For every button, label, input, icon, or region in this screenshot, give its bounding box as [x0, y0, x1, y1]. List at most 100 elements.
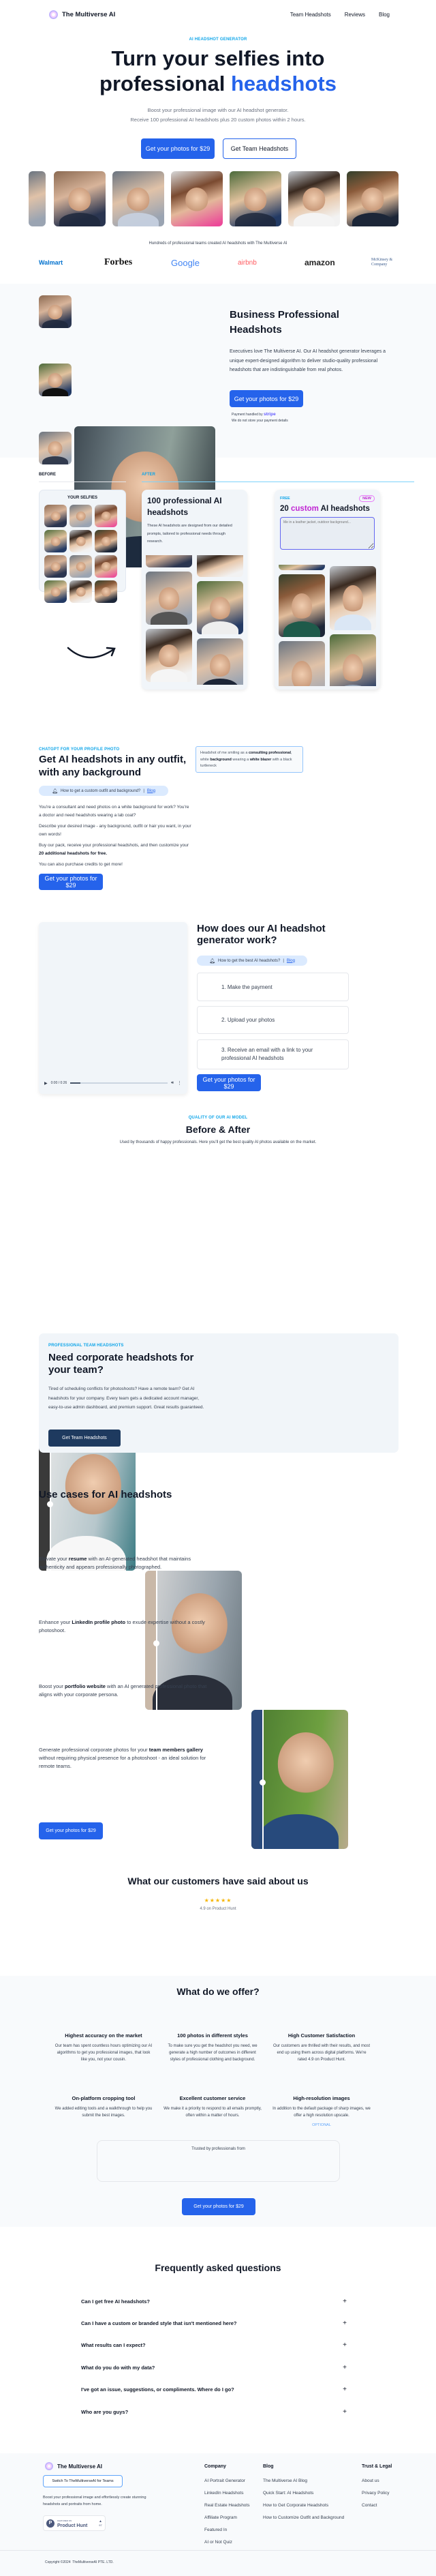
footer-link[interactable]: AI Portrait Generator [204, 2478, 249, 2483]
selfie-photo [44, 530, 67, 552]
hero-eyebrow: AI HEADSHOT GENERATOR [189, 38, 247, 42]
hero-team-headshots-button[interactable]: Get Team Headshots [223, 138, 296, 159]
outfit-paragraph: Buy our pack, receive your professional … [39, 843, 189, 856]
plus-icon[interactable]: + [343, 2341, 347, 2349]
features-grid: Highest accuracy on the market Our team h… [49, 2032, 376, 2127]
selfie-photo [69, 530, 92, 552]
usecases-get-photos-button[interactable]: Get your photos for $29 [39, 1822, 103, 1839]
faq-item[interactable]: What do you do with my data? + [81, 2356, 347, 2379]
faq-item[interactable]: Who are you guys? + [81, 2401, 347, 2423]
feature-item: 100 photos in different styles To make su… [158, 2032, 267, 2063]
selfie-photo [95, 555, 117, 578]
footer-link[interactable]: The Multiverse AI Blog [263, 2478, 344, 2483]
plus-icon[interactable]: + [343, 2364, 347, 2371]
faq-item[interactable]: I've got an issue, suggestions, or compl… [81, 2379, 347, 2401]
hero-title-plain: professional [99, 72, 231, 95]
volume-icon[interactable]: 🔊︎ [171, 1081, 174, 1086]
footer-link[interactable]: Privacy Policy [362, 2491, 392, 2496]
footer-link[interactable]: How to Customize Outfit and Background [263, 2515, 344, 2520]
selfie-photo [69, 555, 92, 578]
faq-item[interactable]: Can I have a custom or branded style tha… [81, 2312, 347, 2335]
footer-link[interactable]: Contact [362, 2503, 392, 2508]
more-options-icon[interactable]: ⋮ [177, 1080, 182, 1086]
transform-arrow-icon [67, 647, 116, 659]
usecases-title: Use cases for AI headshots [39, 1489, 172, 1500]
team-headshots-button[interactable]: Get Team Headshots [48, 1430, 121, 1447]
selfies-title: YOUR SELFIES [67, 496, 97, 500]
hero-subtitle-line1: Boost your professional image with our A… [147, 107, 289, 113]
stripe-logo: stripe [263, 412, 276, 417]
nav-reviews[interactable]: Reviews [345, 12, 365, 18]
footer-link[interactable]: Quick Start: AI Headshots [263, 2491, 344, 2496]
before-tab[interactable]: BEFORE [39, 473, 56, 477]
selfies-card: YOUR SELFIES [39, 490, 126, 603]
nav-team-headshots[interactable]: Team Headshots [290, 12, 331, 18]
footer-column-title: Company [204, 2464, 226, 2469]
business-title: Business Professional Headshots [230, 309, 339, 336]
outfit-get-photos-button[interactable]: Get your photos for $29 [39, 874, 103, 890]
outfit-paragraph: You're a consultant and need photos on a… [39, 805, 189, 818]
pro-headshots-body: These AI headshots are designed from our… [147, 524, 232, 544]
footer-column-blog: Blog The Multiverse AI Blog Quick Start: A… [263, 2464, 344, 2528]
footer-link[interactable]: LinkedIn Headshots [204, 2491, 249, 2496]
before-after-slider[interactable] [251, 1710, 348, 1849]
faq-item[interactable]: What results can I expect? + [81, 2335, 347, 2357]
outfit-tip-blog-link[interactable]: Blog [147, 789, 155, 793]
footer-link[interactable]: About us [362, 2478, 392, 2483]
copyright: Copyright ©2024 TheMultiverseAI PTE. LTD… [45, 2560, 114, 2564]
carousel-photo [29, 171, 46, 226]
plus-icon[interactable]: + [343, 2408, 347, 2416]
faq-item[interactable]: Can I get free AI headshots? + [81, 2290, 347, 2312]
hero-title: Turn your selfies into professional head… [0, 46, 436, 96]
slider-handle[interactable] [260, 1710, 266, 1849]
video-progress-bar[interactable] [70, 1082, 168, 1084]
footer-link[interactable]: How to Get Corporate Headshots [263, 2503, 344, 2508]
plus-icon[interactable]: + [343, 2320, 347, 2327]
selfie-photo [44, 580, 67, 603]
how-get-photos-button[interactable]: Get your photos for $29 [197, 1074, 261, 1091]
feature-title: 100 photos in different styles [177, 2032, 248, 2039]
switch-to-teams-button[interactable]: Switch To TheMultiverseAI for Teams [43, 2475, 123, 2487]
selfie-photo [69, 580, 92, 603]
business-get-photos-button[interactable]: Get your photos for $29 [230, 390, 303, 407]
faq-question: Who are you guys? [81, 2408, 129, 2415]
business-body: Executives love The Multiverse AI. Our A… [230, 349, 386, 372]
quality-title: Before & After [185, 1124, 251, 1135]
footer-link[interactable]: AI or Not Quiz [204, 2540, 249, 2545]
pro-headshot-photo [197, 581, 243, 634]
usecase-item: Elevate your resume with an AI-generated… [39, 1556, 191, 1570]
plus-icon[interactable]: + [343, 2386, 347, 2393]
hero-subtitle: Boost your professional image with our A… [0, 106, 436, 125]
outfit-eyebrow: CHATGPT FOR YOUR PROFILE PHOTO [39, 747, 120, 752]
airbnb-logo: airbnb [238, 258, 257, 267]
carousel-photo [112, 171, 164, 226]
footer-column-company: Company AI Portrait Generator LinkedIn Hea… [204, 2464, 249, 2552]
team-eyebrow: PROFESSIONAL TEAM HEADSHOTS [48, 1344, 124, 1348]
footer-brand: The Multiverse AI [45, 2462, 102, 2470]
brand-logo-link[interactable]: The Multiverse AI [49, 10, 115, 19]
carousel-photo [288, 171, 340, 226]
play-icon[interactable]: ▶ [44, 1081, 48, 1086]
product-hunt-badge[interactable]: P FEATURED ON Product Hunt ▲ 97 [43, 2515, 106, 2531]
selfie-photo [95, 530, 117, 552]
after-tab[interactable]: AFTER [142, 473, 155, 477]
site-header: The Multiverse AI Team Headshots Reviews… [49, 8, 390, 20]
hero-get-photos-button[interactable]: Get your photos for $29 [141, 138, 215, 159]
footer-link[interactable]: Affiliate Program [204, 2515, 249, 2520]
video-player[interactable]: ▶ 0:00 / 0:26 🔊︎ ⋮ [39, 922, 187, 1094]
nav-blog[interactable]: Blog [379, 12, 390, 18]
plus-icon[interactable]: + [343, 2298, 347, 2305]
footer-link[interactable]: Real Estate Headshots [204, 2503, 249, 2508]
how-step: 1. Make the payment [197, 973, 349, 1001]
usecase-item: Enhance your LinkedIn profile photo to e… [39, 1619, 205, 1633]
outfit-tip-banner: 🔔︎ How to get a custom outfit and backgr… [39, 786, 168, 796]
how-tip-blog-link[interactable]: Blog [287, 959, 295, 963]
faq-question: What results can I expect? [81, 2342, 146, 2349]
pro-headshots-card: 100 professional AI headshots These AI h… [142, 490, 247, 690]
footer-link[interactable]: Featured In [204, 2528, 249, 2532]
footer-divider [0, 2550, 436, 2551]
custom-prompt-input[interactable] [280, 517, 375, 550]
feature-item: High Customer Satisfaction Our customers … [267, 2032, 376, 2063]
logo-strip: Walmart Forbes Google airbnb amazon McKi… [39, 255, 400, 270]
offer-get-photos-button[interactable]: Get your photos for $29 [182, 2198, 255, 2215]
